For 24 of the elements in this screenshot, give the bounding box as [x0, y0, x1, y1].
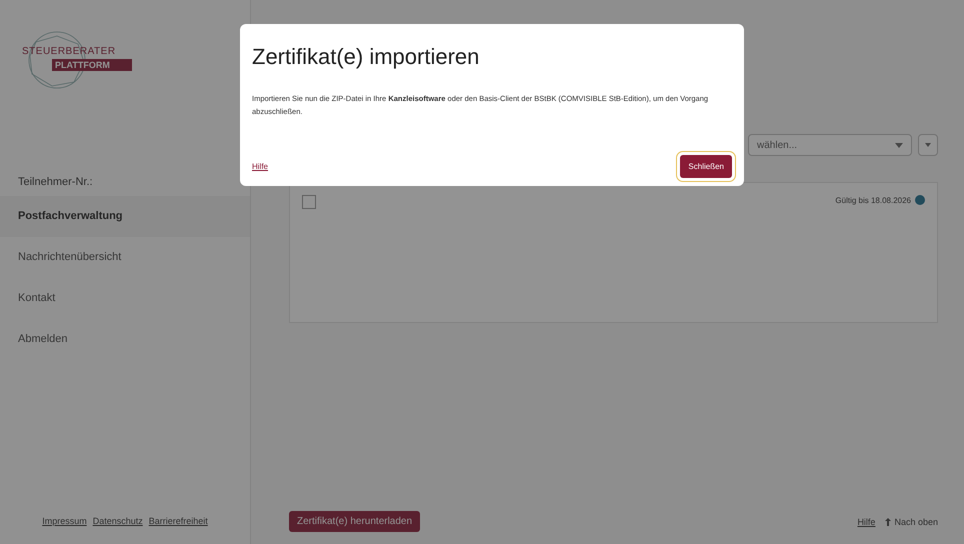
arrow-up-icon: [885, 518, 892, 526]
sidebar-item[interactable]: Postfachverwaltung: [0, 196, 250, 237]
participant-label: Teilnehmer-Nr.:: [18, 175, 94, 190]
help-link[interactable]: Hilfe: [252, 162, 268, 171]
close-button[interactable]: Schließen: [680, 155, 732, 178]
logo-text: PLATTFORM: [52, 58, 132, 70]
sidebar-item[interactable]: Kontakt: [0, 278, 250, 319]
checkbox[interactable]: [302, 195, 316, 209]
valid-until-text: Gültig bis 18.08.2026: [835, 196, 911, 204]
select-field[interactable]: wählen...: [748, 134, 912, 156]
caret-icon: [925, 143, 931, 147]
info-icon[interactable]: [915, 195, 925, 205]
sort-button[interactable]: [918, 134, 938, 156]
help-link[interactable]: Hilfe: [857, 516, 876, 526]
caret-icon: [895, 142, 903, 148]
sidebar-item[interactable]: Nachrichtenübersicht: [0, 237, 250, 278]
footer-link[interactable]: Datenschutz: [92, 516, 143, 526]
dialog-title: Zertifikat(e) importieren: [252, 44, 480, 70]
footer-link[interactable]: Barrierefreiheit: [148, 516, 208, 526]
download-button[interactable]: Zertifikat(e) herunterladen: [289, 511, 420, 532]
back-to-top-link[interactable]: Nach oben: [894, 516, 938, 526]
sidebar-item[interactable]: Abmelden: [0, 319, 250, 360]
logo-text: STEUERBERATER: [22, 46, 117, 56]
footer-link[interactable]: Impressum: [42, 516, 87, 526]
